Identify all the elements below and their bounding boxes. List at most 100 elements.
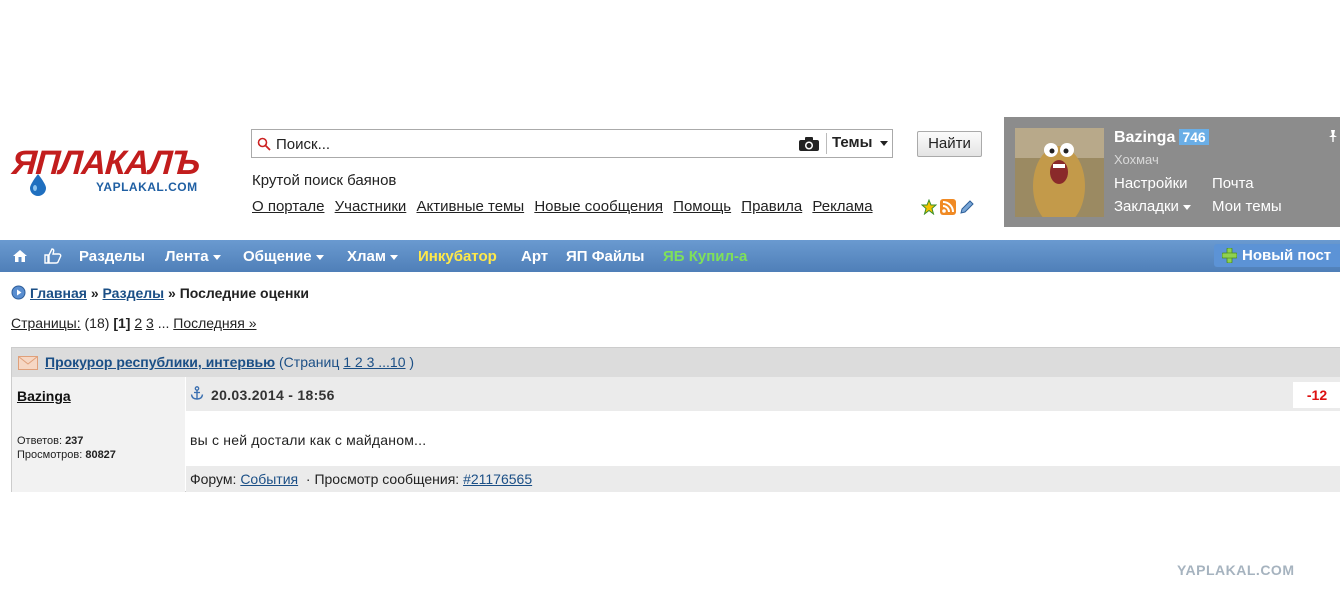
topic-title: Прокурор республики, интервью (Страниц 1… (45, 354, 414, 370)
chevron-down-icon (315, 254, 324, 260)
forum-link[interactable]: События (240, 471, 298, 487)
mail-link[interactable]: Почта (1212, 175, 1254, 192)
page-last[interactable]: Последняя » (173, 315, 256, 331)
bookmarks-label: Закладки (1114, 198, 1179, 215)
nav-junk-label: Хлам (347, 248, 386, 265)
home-icon[interactable] (12, 248, 28, 264)
link-help[interactable]: Помощь (673, 198, 731, 215)
nav-incubator[interactable]: Инкубатор (418, 248, 497, 265)
breadcrumb-sections[interactable]: Разделы (103, 285, 165, 301)
user-rank: Хохмач (1114, 152, 1159, 167)
nav-art[interactable]: Арт (521, 248, 548, 265)
breadcrumb-sep: » (168, 285, 176, 301)
post-id-link[interactable]: #21176565 (463, 471, 532, 487)
thumbs-up-icon[interactable] (44, 248, 62, 264)
chevron-down-icon (389, 254, 398, 260)
slogan: Крутой поиск баянов (252, 172, 397, 189)
topic-header: Прокурор республики, интервью (Страниц 1… (12, 348, 1340, 377)
post-author: Bazinga (17, 388, 71, 404)
topic-pages-links[interactable]: 1 2 3 ...10 (343, 354, 405, 370)
link-members[interactable]: Участники (335, 198, 407, 215)
author-link[interactable]: Bazinga (17, 388, 71, 404)
breadcrumb-current: Последние оценки (179, 285, 310, 301)
replies-row: Ответов: 237 (17, 434, 116, 448)
post-meta: Форум: События · Просмотр сообщения: #21… (190, 471, 532, 487)
views-row: Просмотров: 80827 (17, 448, 116, 462)
chevron-down-icon (212, 254, 221, 260)
new-post-button[interactable]: Новый пост (1214, 244, 1340, 267)
topic-pages-open: (Страниц (279, 354, 340, 370)
user-panel: Bazinga 746 Хохмач Настройки Почта Заклад… (1004, 117, 1340, 227)
nav-talk-label: Общение (243, 248, 312, 265)
views-count: 80827 (85, 449, 116, 461)
nav-files[interactable]: ЯП Файлы (566, 248, 644, 265)
search-icon (257, 137, 271, 151)
link-about[interactable]: О портале (252, 198, 324, 215)
camera-icon[interactable] (798, 136, 820, 152)
chevron-down-icon (1182, 204, 1191, 210)
watermark: YAPLAKAL.COM (1177, 562, 1295, 578)
nav-bought[interactable]: ЯБ Купил-а (663, 248, 747, 265)
view-post-label: · Просмотр сообщения: (305, 471, 460, 487)
link-active-topics[interactable]: Активные темы (416, 198, 524, 215)
forum-label: Форум: (190, 471, 237, 487)
envelope-icon (18, 356, 38, 370)
link-rules[interactable]: Правила (741, 198, 802, 215)
link-ads[interactable]: Реклама (812, 198, 872, 215)
pages-count: (18) (84, 315, 110, 331)
site-logo[interactable]: ЯПЛАКАЛЪ YAPLAKAL.COM (11, 144, 232, 202)
nav-feed[interactable]: Лента (165, 248, 221, 265)
anchor-icon[interactable] (190, 386, 204, 400)
plus-icon (1222, 248, 1237, 263)
topic-pages: (Страниц 1 2 3 ...10 ) (279, 354, 414, 370)
chevron-down-icon (880, 140, 889, 146)
search-scope-label: Темы (832, 134, 873, 151)
nav-feed-label: Лента (165, 248, 209, 265)
search-divider (826, 133, 827, 154)
search-input[interactable] (276, 134, 796, 154)
post-header (186, 377, 1340, 411)
nav-junk[interactable]: Хлам (347, 248, 398, 265)
post-date: 20.03.2014 - 18:56 (211, 387, 335, 403)
main-nav: Разделы Лента Общение Хлам Инкубатор Арт… (0, 240, 1340, 272)
drop-icon (30, 174, 46, 196)
breadcrumb: Главная » Разделы » Последние оценки (11, 285, 309, 301)
breadcrumb-home[interactable]: Главная (30, 285, 87, 301)
topic-block: Прокурор республики, интервью (Страниц 1… (11, 347, 1340, 492)
link-new-messages[interactable]: Новые сообщения (534, 198, 663, 215)
avatar[interactable] (1015, 128, 1104, 217)
top-links: О портале Участники Активные темы Новые … (252, 198, 879, 215)
new-post-label: Новый пост (1242, 247, 1332, 264)
search-box: Темы (251, 129, 893, 158)
pagination: Страницы: (18) [1] 2 3 ... Последняя » (11, 315, 257, 331)
pages-ellipsis: ... (157, 315, 170, 331)
user-name[interactable]: Bazinga 746 (1114, 129, 1209, 147)
topic-pages-close: ) (409, 354, 415, 370)
my-topics-link[interactable]: Мои темы (1212, 198, 1282, 215)
bookmarks-menu[interactable]: Закладки (1114, 198, 1191, 215)
search-button[interactable]: Найти (917, 131, 982, 157)
user-name-text: Bazinga (1114, 129, 1176, 146)
search-scope-select[interactable]: Темы (832, 134, 889, 154)
pin-icon[interactable] (1326, 129, 1340, 143)
nav-sections[interactable]: Разделы (79, 248, 145, 265)
page-current: [1] (113, 315, 131, 331)
topic-stats: Ответов: 237 Просмотров: 80827 (17, 434, 116, 462)
karma-badge: 746 (1179, 129, 1209, 145)
logo-domain: YAPLAKAL.COM (96, 180, 198, 194)
topic-title-link[interactable]: Прокурор республики, интервью (45, 354, 275, 370)
replies-label: Ответов: (17, 435, 62, 447)
pages-label[interactable]: Страницы: (11, 315, 81, 331)
tool-icons (920, 198, 978, 216)
star-icon[interactable] (920, 198, 938, 216)
page-2[interactable]: 2 (134, 315, 142, 331)
pencil-icon[interactable] (959, 199, 975, 215)
settings-link[interactable]: Настройки (1114, 175, 1188, 192)
page-3[interactable]: 3 (146, 315, 154, 331)
breadcrumb-sep: » (90, 285, 99, 301)
post-rating: -12 (1293, 382, 1340, 408)
rss-icon[interactable] (940, 198, 956, 215)
post-text: вы с ней достали как с майданом... (190, 432, 427, 448)
arrow-circle-icon (11, 285, 26, 300)
nav-talk[interactable]: Общение (243, 248, 324, 265)
